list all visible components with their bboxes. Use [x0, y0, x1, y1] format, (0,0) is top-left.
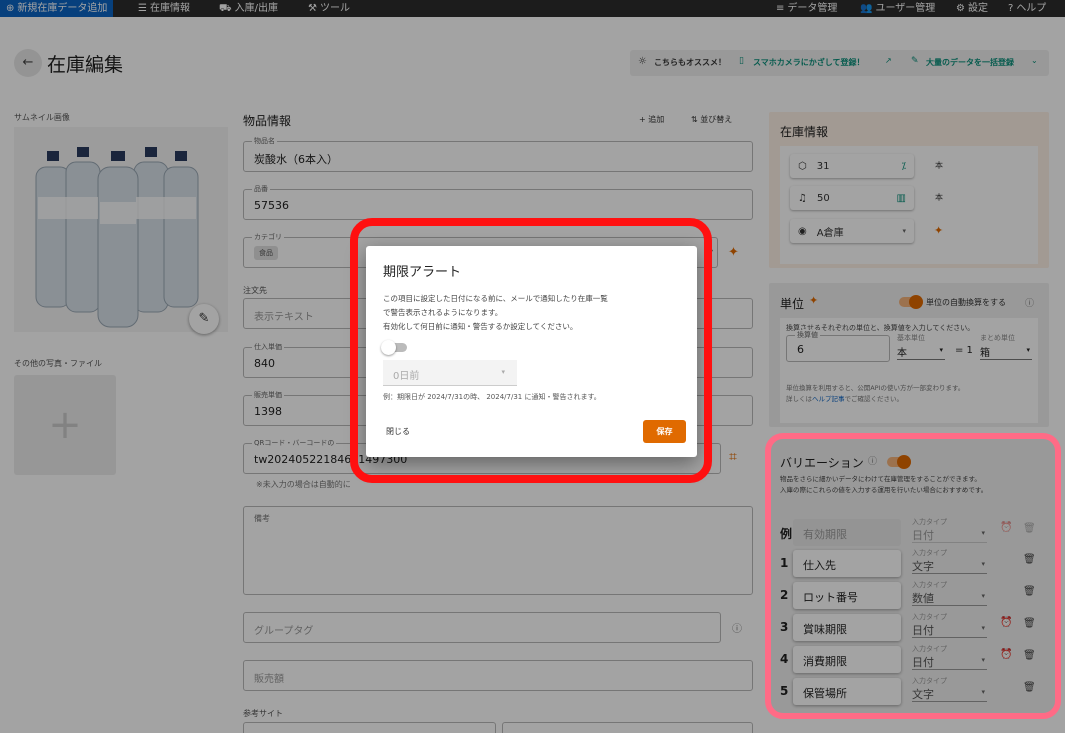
variation-highlight-frame: [765, 433, 1061, 719]
dialog-highlight-frame: [350, 218, 712, 483]
